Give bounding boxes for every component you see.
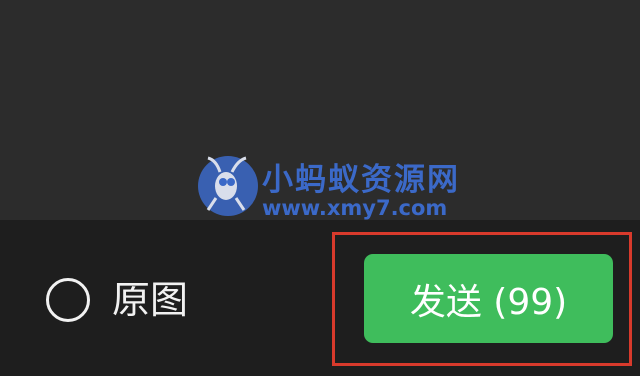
original-image-toggle[interactable]: 原图 <box>46 275 188 325</box>
original-image-label: 原图 <box>112 278 189 322</box>
image-send-screen: 小蚂蚁资源网 www.xmy7.com 原图 发送 (99) <box>0 0 640 376</box>
send-button[interactable]: 发送 (99) <box>364 254 613 343</box>
watermark: 小蚂蚁资源网 www.xmy7.com <box>196 150 458 230</box>
watermark-title: 小蚂蚁资源网 <box>262 162 460 198</box>
watermark-url: www.xmy7.com <box>262 196 448 220</box>
radio-unchecked-icon[interactable] <box>46 278 90 322</box>
ant-logo-icon <box>198 156 258 216</box>
